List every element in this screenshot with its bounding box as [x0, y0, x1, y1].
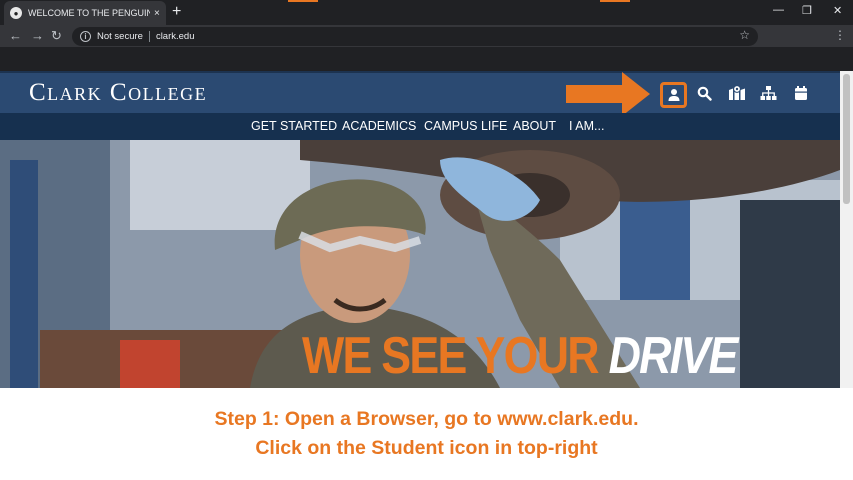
browser-menu-icon[interactable]: ⋮	[834, 28, 846, 42]
browser-tab[interactable]: ● WELCOME TO THE PENGUIN NATION ×	[4, 1, 166, 25]
minimize-icon[interactable]: —	[773, 4, 784, 16]
sitemap-icon[interactable]	[760, 85, 777, 101]
close-window-icon[interactable]: ✕	[833, 4, 842, 17]
tab-close-icon[interactable]: ×	[154, 8, 160, 19]
restore-icon[interactable]: ❐	[802, 4, 812, 17]
browser-tab-bar: ● WELCOME TO THE PENGUIN NATION × + — ❐ …	[0, 0, 853, 25]
omnibox-divider	[148, 31, 150, 42]
nav-i-am[interactable]: I AM...	[569, 119, 604, 133]
caption-line-1: Step 1: Open a Browser, go to www.clark.…	[214, 408, 639, 430]
hero-headline: WE SEE YOUR DRIVE	[302, 327, 739, 385]
bookmark-star-icon[interactable]: ☆	[739, 28, 750, 42]
hero-headline-white: DRIVE	[608, 327, 739, 385]
caption-line-2: Click on the Student icon in top-right	[255, 437, 598, 459]
page-top-band	[0, 47, 853, 71]
nav-about[interactable]: ABOUT	[513, 119, 556, 133]
address-bar[interactable]: i Not secure clark.edu ☆	[72, 27, 758, 46]
security-label: Not secure	[97, 31, 143, 42]
tab-title: WELCOME TO THE PENGUIN NATION	[28, 8, 150, 18]
nav-campus-life[interactable]: CAMPUS LIFE	[424, 119, 507, 133]
url-text[interactable]: clark.edu	[156, 31, 195, 42]
tab-strip-marker	[600, 0, 630, 2]
nav-academics[interactable]: ACADEMICS	[342, 119, 416, 133]
clark-college-logo[interactable]: Clark College	[29, 79, 207, 107]
site-main-nav: GET STARTED ACADEMICS CAMPUS LIFE ABOUT …	[0, 113, 840, 140]
info-icon[interactable]: i	[80, 31, 91, 42]
map-icon[interactable]	[728, 85, 746, 101]
student-icon	[668, 89, 679, 101]
tutorial-caption: Step 1: Open a Browser, go to www.clark.…	[0, 388, 853, 480]
nav-get-started[interactable]: GET STARTED	[251, 119, 337, 133]
hero-headline-orange: WE SEE YOUR	[302, 327, 600, 385]
scrollbar-thumb[interactable]	[843, 74, 850, 204]
forward-icon[interactable]: →	[31, 27, 44, 45]
calendar-icon[interactable]	[794, 85, 808, 101]
penguin-favicon-icon: ●	[10, 7, 22, 19]
site-header: Clark College	[0, 71, 840, 113]
student-icon-button[interactable]	[660, 82, 687, 108]
tutorial-arrow-icon	[566, 72, 650, 116]
hero-banner: WE SEE YOUR DRIVE	[0, 140, 840, 388]
tab-strip-marker	[288, 0, 318, 2]
back-icon[interactable]: ←	[9, 27, 22, 45]
reload-icon[interactable]: ↻	[51, 27, 62, 45]
search-icon[interactable]	[697, 86, 712, 101]
browser-toolbar: ← → ↻ i Not secure clark.edu ☆	[0, 25, 853, 47]
new-tab-button[interactable]: +	[172, 3, 181, 21]
